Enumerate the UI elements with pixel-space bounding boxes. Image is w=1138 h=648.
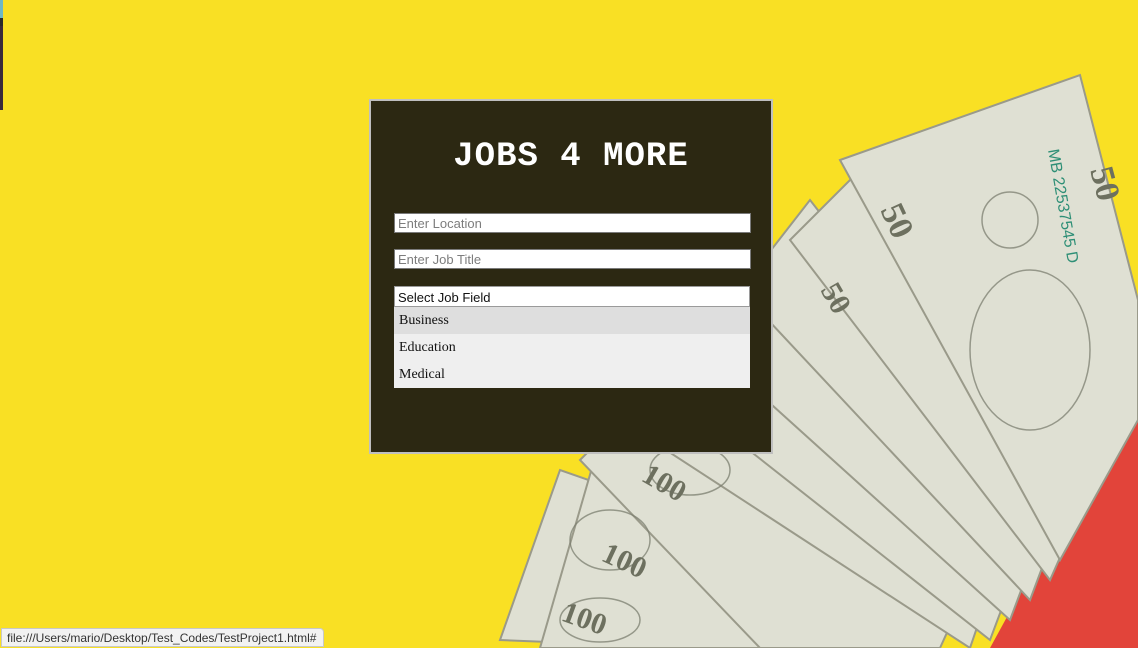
- job-field-select-label[interactable]: Select Job Field: [394, 286, 750, 307]
- job-field-option-medical[interactable]: Medical: [394, 361, 750, 388]
- job-field-option-education[interactable]: Education: [394, 334, 750, 361]
- app-title: JOBS 4 MORE: [453, 138, 689, 176]
- job-title-input[interactable]: [394, 249, 751, 269]
- job-field-select[interactable]: Select Job Field Business Education Medi…: [394, 286, 750, 388]
- search-panel: JOBS 4 MORE Select Job Field Business Ed…: [369, 99, 773, 454]
- location-input[interactable]: [394, 213, 751, 233]
- status-bar-url: file:///Users/mario/Desktop/Test_Codes/T…: [1, 628, 325, 647]
- job-field-option-business[interactable]: Business: [394, 307, 750, 334]
